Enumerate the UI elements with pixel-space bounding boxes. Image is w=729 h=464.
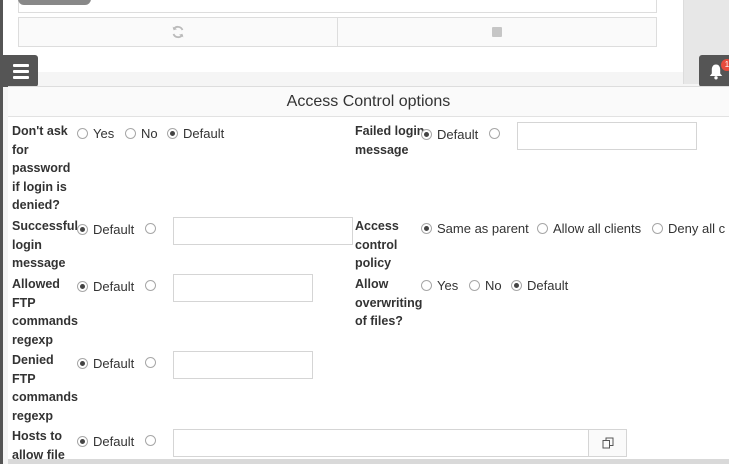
failed-login-input[interactable] xyxy=(517,122,697,150)
denied-ftp-label: Denied FTP commands regexp xyxy=(12,353,78,423)
access-control-panel: Access Control options Don't ask for pas… xyxy=(8,86,729,464)
hosts-allow-custom-radio[interactable] xyxy=(145,435,156,446)
allowed-ftp-default-radio[interactable]: Default xyxy=(77,279,134,294)
notification-count-badge: 1 xyxy=(721,59,729,71)
access-policy-deny-all-radio[interactable]: Deny all c xyxy=(652,221,725,236)
copy-icon xyxy=(602,437,613,449)
dont-ask-yes-radio[interactable]: Yes xyxy=(77,126,114,141)
denied-ftp-custom-radio[interactable] xyxy=(145,357,156,368)
toolbar-buttons xyxy=(18,17,657,47)
hosts-allow-default-radio[interactable]: Default xyxy=(77,434,134,449)
allow-overwrite-default-radio[interactable]: Default xyxy=(511,278,568,293)
dont-ask-default-radio[interactable]: Default xyxy=(167,126,224,141)
denied-ftp-input[interactable] xyxy=(173,351,313,379)
access-policy-same-as-parent-radio[interactable]: Same as parent xyxy=(421,221,529,236)
stop-icon xyxy=(492,27,502,37)
allow-overwrite-yes-radio[interactable]: Yes xyxy=(421,278,458,293)
failed-login-default-radio[interactable]: Default xyxy=(421,127,478,142)
refresh-button[interactable] xyxy=(18,17,338,47)
top-tab[interactable] xyxy=(18,0,91,5)
panel-title: Access Control options xyxy=(8,87,729,117)
successful-login-input[interactable] xyxy=(173,217,353,245)
failed-login-label: Failed login message xyxy=(355,124,425,157)
access-policy-label: Access control policy xyxy=(355,219,399,271)
hosts-allow-input[interactable] xyxy=(173,429,589,457)
hosts-allow-chooser-button[interactable] xyxy=(588,429,627,457)
menu-button[interactable] xyxy=(3,55,38,87)
allowed-ftp-custom-radio[interactable] xyxy=(145,280,156,291)
allow-overwrite-label: Allow overwriting of files? xyxy=(355,277,423,329)
successful-login-custom-radio[interactable] xyxy=(145,223,156,234)
dont-ask-no-radio[interactable]: No xyxy=(125,126,158,141)
stop-button[interactable] xyxy=(338,17,657,47)
menu-icon xyxy=(12,63,29,67)
top-input-field[interactable] xyxy=(18,0,657,13)
denied-ftp-default-radio[interactable]: Default xyxy=(77,356,134,371)
successful-login-default-radio[interactable]: Default xyxy=(77,222,134,237)
allow-overwrite-no-radio[interactable]: No xyxy=(469,278,502,293)
allowed-ftp-label: Allowed FTP commands regexp xyxy=(12,277,78,347)
allowed-ftp-input[interactable] xyxy=(173,274,313,302)
horizontal-scrollbar[interactable] xyxy=(8,459,729,464)
refresh-icon xyxy=(172,25,184,39)
dont-ask-password-label: Don't ask for password if login is denie… xyxy=(12,124,71,213)
successful-login-label: Successful login message xyxy=(12,219,79,271)
access-policy-allow-all-radio[interactable]: Allow all clients xyxy=(537,221,641,236)
failed-login-custom-radio[interactable] xyxy=(489,128,500,139)
